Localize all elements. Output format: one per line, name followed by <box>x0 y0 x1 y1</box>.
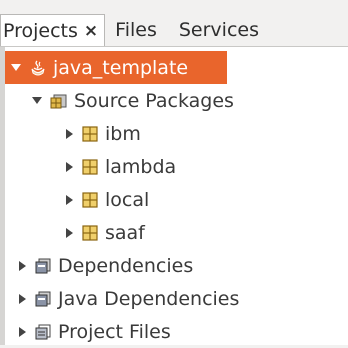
tree-item-source-packages[interactable]: Source Packages <box>5 84 348 117</box>
tree-item-label: Source Packages <box>74 89 234 112</box>
tree-item-label: Project Files <box>58 320 171 343</box>
tree-item-label: Java Dependencies <box>58 287 240 310</box>
collapse-arrow-icon[interactable] <box>32 97 42 104</box>
tree-item-package-local[interactable]: local <box>5 183 348 216</box>
expand-arrow-icon[interactable] <box>19 326 26 337</box>
package-icon <box>81 158 99 176</box>
tree-item-label: Dependencies <box>58 254 194 277</box>
collapse-arrow-icon[interactable] <box>11 64 21 71</box>
source-packages-icon <box>50 92 68 110</box>
tree-item-label: lambda <box>105 155 177 178</box>
expand-arrow-icon[interactable] <box>66 128 73 139</box>
expand-arrow-icon[interactable] <box>66 227 73 238</box>
tree-item-label: java_template <box>53 56 189 79</box>
expand-arrow-icon[interactable] <box>19 260 26 271</box>
tab-projects[interactable]: Projects × <box>0 14 106 46</box>
tree-item-dependencies[interactable]: Dependencies <box>5 249 348 282</box>
tree-item-label: saaf <box>105 221 145 244</box>
tree-item-project-files[interactable]: Project Files <box>5 315 348 348</box>
tab-files-label: Files <box>115 19 157 41</box>
package-icon <box>81 191 99 209</box>
tree-item-project[interactable]: java_template <box>5 51 227 84</box>
tree-item-package-saaf[interactable]: saaf <box>5 216 348 249</box>
tree-item-package-lambda[interactable]: lambda <box>5 150 348 183</box>
close-icon[interactable]: × <box>84 21 98 41</box>
library-icon <box>34 257 52 275</box>
expand-arrow-icon[interactable] <box>19 293 26 304</box>
project-tree: java_template Source Packages ibm lambda… <box>0 46 348 345</box>
tab-bar: Projects × Files Services <box>0 14 348 46</box>
tree-item-java-dependencies[interactable]: Java Dependencies <box>5 282 348 315</box>
tab-services-label: Services <box>178 19 259 41</box>
tab-services[interactable]: Services <box>171 14 273 46</box>
tree-item-label: local <box>105 188 150 211</box>
project-files-icon <box>34 323 52 341</box>
tree-item-label: ibm <box>105 122 141 145</box>
tab-projects-label: Projects <box>3 19 78 42</box>
expand-arrow-icon[interactable] <box>66 161 73 172</box>
expand-arrow-icon[interactable] <box>66 194 73 205</box>
java-project-icon <box>29 59 47 77</box>
package-icon <box>81 224 99 242</box>
tab-files[interactable]: Files <box>105 14 171 46</box>
tree-item-package-ibm[interactable]: ibm <box>5 117 348 150</box>
projects-window: Projects × Files Services java_template <box>0 0 348 345</box>
package-icon <box>81 125 99 143</box>
library-icon <box>34 290 52 308</box>
